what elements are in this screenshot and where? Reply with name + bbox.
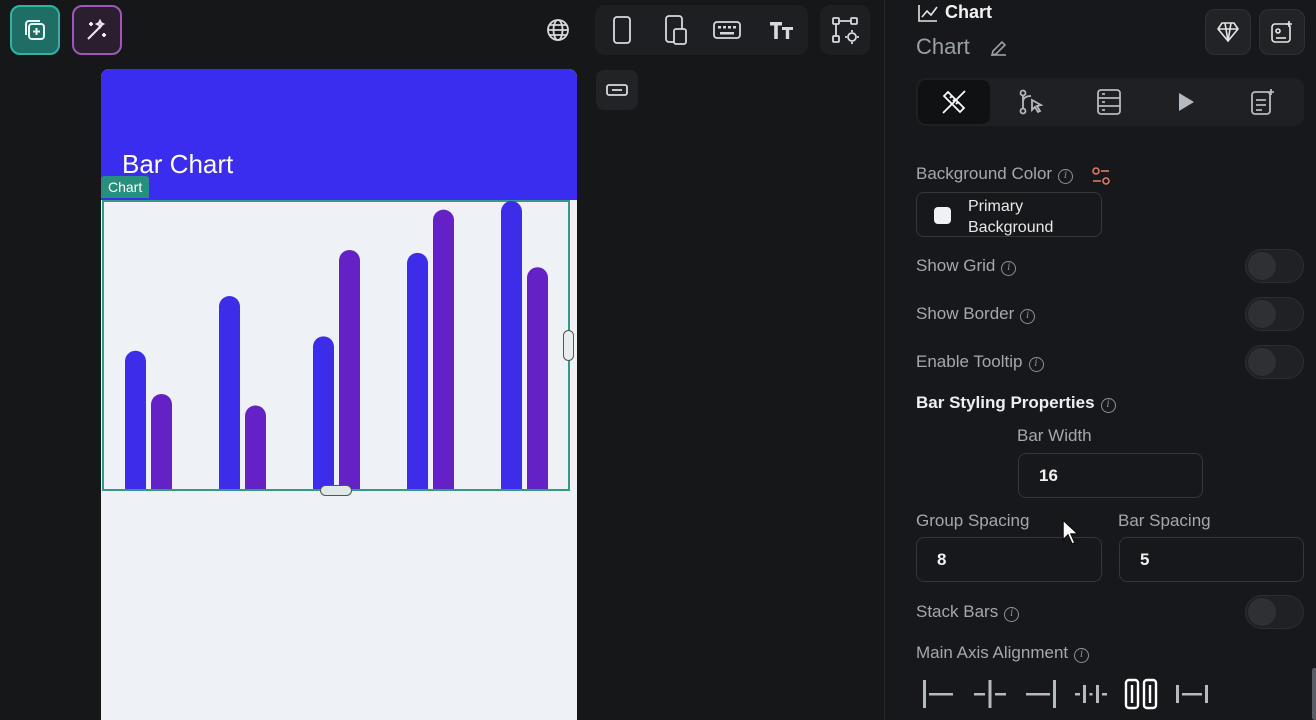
globe-icon xyxy=(547,19,569,41)
show-border-label: Show Border i xyxy=(916,304,1036,324)
properties-icon xyxy=(942,90,966,114)
mouse-cursor-icon xyxy=(1062,518,1080,545)
tab-backend-query[interactable] xyxy=(1073,80,1145,124)
main-axis-alignment-label: Main Axis Alignment i xyxy=(916,643,1090,663)
text-scale-button[interactable] xyxy=(757,5,807,55)
backend-query-icon xyxy=(1097,89,1121,115)
show-border-toggle[interactable] xyxy=(1245,297,1304,331)
flow-settings-icon xyxy=(832,17,859,44)
show-grid-toggle[interactable] xyxy=(1245,249,1304,283)
info-icon[interactable]: i xyxy=(1028,357,1044,372)
bar-4-series-2 xyxy=(433,209,454,489)
resize-handle-bottom[interactable] xyxy=(320,485,352,496)
panel-title: Chart xyxy=(945,2,993,22)
resize-handle-right[interactable] xyxy=(563,330,574,361)
info-icon[interactable]: i xyxy=(1020,309,1036,324)
bar-spacing-input[interactable]: 5 xyxy=(1119,537,1304,582)
tablet-phone-icon xyxy=(665,15,687,45)
phone-view-button[interactable] xyxy=(597,5,647,55)
info-icon[interactable]: i xyxy=(1001,261,1017,276)
enable-tooltip-toggle[interactable] xyxy=(1245,345,1304,379)
magic-wand-icon xyxy=(87,18,106,40)
phone-icon xyxy=(613,16,631,44)
background-color-label: Background Color i xyxy=(916,164,1074,184)
bar-3-series-1 xyxy=(313,336,334,489)
widget-tree-button[interactable] xyxy=(820,5,870,55)
space-evenly-icon[interactable] xyxy=(1073,676,1109,712)
tab-docs[interactable] xyxy=(1227,80,1299,124)
play-icon xyxy=(1179,93,1194,111)
bar-2-series-2 xyxy=(245,405,266,489)
panel-scrollbar[interactable] xyxy=(1312,668,1316,720)
device-toolbar xyxy=(595,5,808,55)
bar-spacing-label: Bar Spacing xyxy=(1118,511,1211,530)
language-button[interactable] xyxy=(533,5,583,55)
add-layer-icon xyxy=(25,20,45,40)
group-spacing-label: Group Spacing xyxy=(916,511,1030,530)
align-center-icon[interactable] xyxy=(972,676,1008,712)
diamond-icon xyxy=(1217,22,1239,43)
tablet-view-button[interactable] xyxy=(651,5,701,55)
bar-5-series-1 xyxy=(501,201,522,489)
background-color-picker[interactable]: Primary Background xyxy=(916,192,1102,237)
info-icon[interactable]: i xyxy=(1004,607,1020,622)
premium-button[interactable] xyxy=(1205,9,1251,55)
bar-2-series-1 xyxy=(219,296,240,489)
panel-tabs xyxy=(916,78,1304,126)
info-icon[interactable]: i xyxy=(1058,169,1074,184)
bar-3-series-2 xyxy=(339,249,360,489)
align-end-icon[interactable] xyxy=(1022,676,1058,712)
space-around-icon[interactable] xyxy=(1123,676,1159,712)
bar-5-series-2 xyxy=(527,267,548,489)
properties-panel: Chart Chart Background Color i Primary Ba… xyxy=(884,0,1316,720)
widget-add-icon xyxy=(1271,21,1292,43)
line-chart-icon xyxy=(918,5,938,22)
info-icon[interactable]: i xyxy=(1074,648,1090,663)
widget-options-button[interactable] xyxy=(1259,9,1305,55)
align-start-icon[interactable] xyxy=(921,676,957,712)
ai-generate-button[interactable] xyxy=(72,5,122,55)
pencil-icon[interactable] xyxy=(989,38,1009,58)
actions-icon xyxy=(1019,89,1044,115)
keyboard-button[interactable] xyxy=(702,5,752,55)
space-between-icon[interactable] xyxy=(1174,676,1210,712)
minimize-icon xyxy=(606,84,628,96)
info-icon[interactable]: i xyxy=(1100,398,1116,413)
docs-icon xyxy=(1251,89,1274,115)
bar-styling-title: Bar Styling Properties i xyxy=(916,393,1116,413)
text-size-icon xyxy=(770,22,793,39)
show-grid-label: Show Grid i xyxy=(916,256,1017,276)
bar-1-series-1 xyxy=(125,350,146,489)
color-swatch xyxy=(934,207,951,224)
bar-4-series-1 xyxy=(407,252,428,489)
bar-1-series-2 xyxy=(151,393,172,489)
tab-animations[interactable] xyxy=(1150,80,1222,124)
widget-name: Chart xyxy=(916,34,970,59)
color-settings-icon[interactable] xyxy=(1091,166,1111,186)
keyboard-icon xyxy=(713,21,741,39)
bar-chart xyxy=(125,201,548,489)
tab-properties[interactable] xyxy=(918,80,990,124)
bar-width-label: Bar Width xyxy=(1017,426,1092,445)
bar-width-input[interactable]: 16 xyxy=(1018,453,1203,498)
stack-bars-toggle[interactable] xyxy=(1245,595,1304,629)
enable-tooltip-label: Enable Tooltip i xyxy=(916,352,1044,372)
tab-actions[interactable] xyxy=(995,80,1067,124)
add-widget-button[interactable] xyxy=(10,5,60,55)
collapse-button[interactable] xyxy=(596,70,638,110)
stack-bars-label: Stack Bars i xyxy=(916,602,1020,622)
app-bar[interactable]: Bar Chart xyxy=(101,69,577,200)
selected-widget-tag: Chart xyxy=(101,176,150,198)
background-color-value: Primary Background xyxy=(968,198,1054,236)
